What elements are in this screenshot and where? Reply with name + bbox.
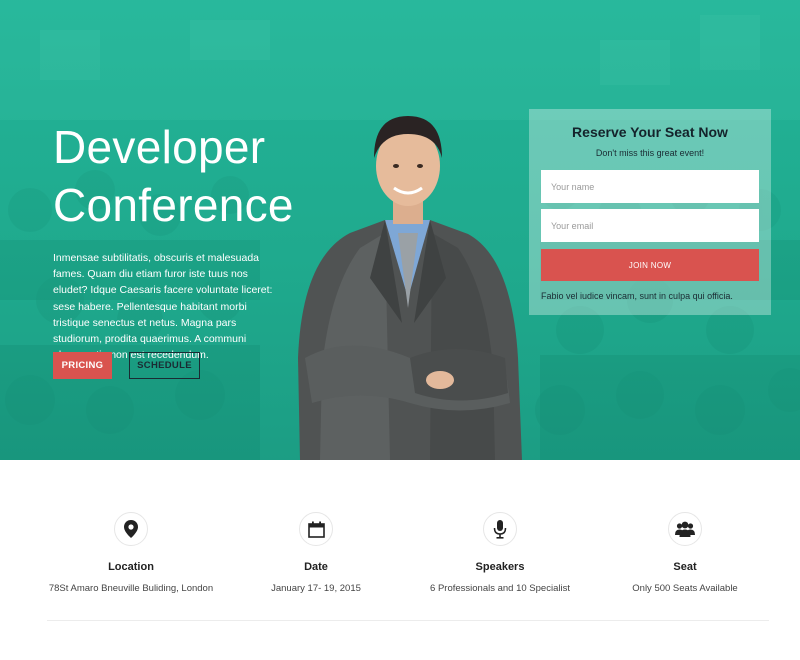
feature-seat: Seat Only 500 Seats Available xyxy=(585,512,785,594)
speaker-photo xyxy=(298,116,522,460)
features-section: Location 78St Amaro Bneuville Buliding, … xyxy=(0,460,800,660)
users-icon xyxy=(668,512,702,546)
microphone-icon xyxy=(483,512,517,546)
name-input[interactable] xyxy=(541,170,759,203)
feature-title: Seat xyxy=(673,561,697,573)
schedule-button[interactable]: SCHEDULE xyxy=(129,352,200,379)
pricing-button[interactable]: PRICING xyxy=(53,352,112,379)
feature-speakers: Speakers 6 Professionals and 10 Speciali… xyxy=(400,512,600,594)
reserve-note: Fabio vel iudice vincam, sunt in culpa q… xyxy=(541,291,733,301)
join-now-button[interactable]: JOIN NOW xyxy=(541,249,759,281)
feature-desc: January 17- 19, 2015 xyxy=(271,583,361,594)
feature-location: Location 78St Amaro Bneuville Buliding, … xyxy=(31,512,231,594)
intro-text: Inmensae subtilitatis, obscuris et males… xyxy=(53,252,273,362)
email-input[interactable] xyxy=(541,209,759,242)
feature-title: Location xyxy=(108,561,154,573)
calendar-icon xyxy=(299,512,333,546)
reserve-title: Reserve Your Seat Now xyxy=(572,124,728,140)
feature-desc: 6 Professionals and 10 Specialist xyxy=(430,583,570,594)
feature-title: Speakers xyxy=(475,561,525,573)
reserve-subtitle: Don't miss this great event! xyxy=(595,148,705,158)
reserve-form: Reserve Your Seat Now Don't miss this gr… xyxy=(529,109,771,315)
feature-desc: Only 500 Seats Available xyxy=(632,583,738,594)
map-marker-icon xyxy=(114,512,148,546)
feature-desc: 78St Amaro Bneuville Buliding, London xyxy=(48,583,214,594)
page-title: Developer Conference xyxy=(53,118,323,234)
title-line-2: Conference xyxy=(53,179,294,231)
title-line-1: Developer xyxy=(53,121,266,173)
feature-date: Date January 17- 19, 2015 xyxy=(216,512,416,594)
section-divider xyxy=(47,620,769,621)
feature-title: Date xyxy=(304,561,328,573)
hero-section: Developer Conference Inmensae subtilitat… xyxy=(0,0,800,460)
